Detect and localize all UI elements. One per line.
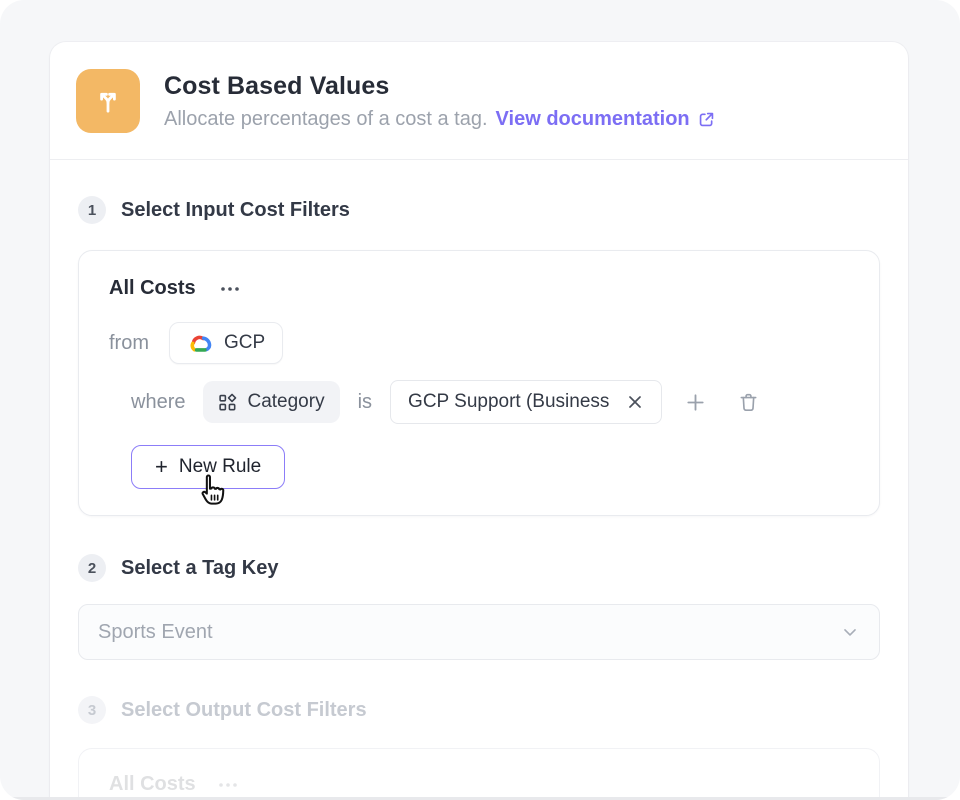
step-1-badge: 1 [78,196,106,224]
cost-based-values-panel: Cost Based Values Allocate percentages o… [50,42,908,800]
panel-content: 1 Select Input Cost Filters All Costs fr… [50,196,908,800]
tag-key-select-value: Sports Event [98,621,213,644]
trash-icon[interactable] [735,389,762,416]
step-1-label: Select Input Cost Filters [121,199,350,222]
new-rule-label: New Rule [179,456,261,478]
output-cost-filter-card-disabled: All Costs [78,748,880,800]
remove-value-icon[interactable] [624,391,646,413]
step-3-label: Select Output Cost Filters [121,699,367,722]
step-3-header: 3 Select Output Cost Filters [78,696,880,724]
tag-key-select[interactable]: Sports Event [78,604,880,660]
external-link-icon [697,110,716,129]
chevron-down-icon [840,622,860,642]
step-3-badge: 3 [78,696,106,724]
source-chip-gcp[interactable]: GCP [169,322,283,364]
plus-icon: + [155,456,168,478]
category-grid-icon [218,393,237,412]
operator-label: is [358,391,372,414]
source-chip-label: GCP [224,332,265,354]
from-label: from [109,332,149,355]
step-2-label: Select a Tag Key [121,557,278,580]
value-chip-label: GCP Support (Business [408,391,609,413]
ellipsis-menu-icon[interactable] [216,280,244,298]
step-2-badge: 2 [78,554,106,582]
gcp-logo-icon [187,333,214,354]
page-title: Cost Based Values [164,72,716,101]
new-rule-button[interactable]: + New Rule [131,445,285,489]
filter-card-title: All Costs [109,277,196,300]
field-chip-label: Category [247,391,324,413]
view-documentation-link[interactable]: View documentation [496,108,716,131]
panel-header: Cost Based Values Allocate percentages o… [50,42,908,160]
page-subtitle: Allocate percentages of a cost a tag. [164,108,488,131]
step-2-header: 2 Select a Tag Key [78,554,880,582]
field-chip-category[interactable]: Category [203,381,339,423]
faded-card-title: All Costs [109,773,196,796]
ellipsis-menu-icon-faded [216,780,240,790]
add-value-icon[interactable] [682,389,709,416]
cost-based-values-modal-frame: Cost Based Values Allocate percentages o… [0,0,960,800]
value-chip[interactable]: GCP Support (Business [390,380,662,424]
header-text: Cost Based Values Allocate percentages o… [164,72,716,131]
step-1-header: 1 Select Input Cost Filters [78,196,880,224]
input-cost-filter-card: All Costs from [78,250,880,516]
split-arrows-icon [76,69,140,133]
where-label: where [131,391,185,414]
